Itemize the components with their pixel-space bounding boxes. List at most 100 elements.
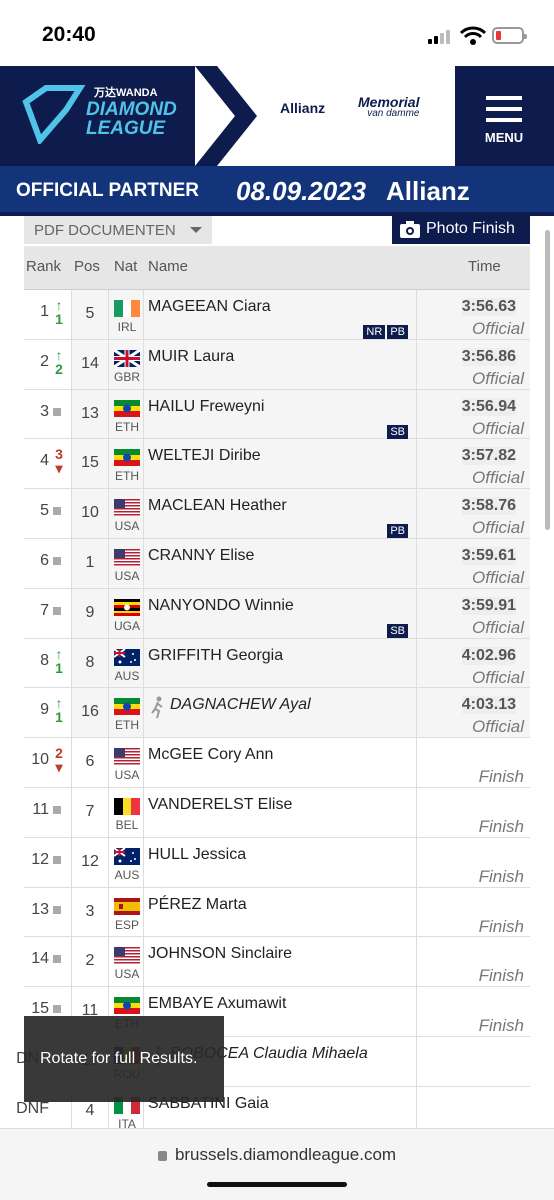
record-badge: PB xyxy=(387,325,408,339)
table-row[interactable]: 12 12 AUS HULL Jessica Finish xyxy=(24,837,530,888)
result-status: Official xyxy=(472,368,524,388)
rank-cell: 6 xyxy=(24,538,72,588)
result-time: 3:56.86 xyxy=(461,347,516,366)
country-code: AUS xyxy=(114,867,140,882)
country-code: GBR xyxy=(113,369,140,384)
move-up-icon: ↑ 1 xyxy=(55,695,63,726)
athlete-name[interactable]: CRANNY Elise xyxy=(148,547,254,565)
no-change-icon xyxy=(53,507,61,516)
col-time[interactable]: Time xyxy=(468,258,501,275)
memorial-logo: Memorial van damme xyxy=(358,94,420,119)
athlete-name[interactable]: HAILU Freweyni xyxy=(148,398,264,416)
nat-cell: AUS xyxy=(108,638,144,688)
pdf-documents-dropdown[interactable]: PDF DOCUMENTEN xyxy=(24,216,212,244)
time-cell: 3:56.94 Official xyxy=(416,389,530,439)
result-time: 3:56.94 xyxy=(461,397,516,416)
battery-icon xyxy=(492,27,527,44)
athlete-name[interactable]: GRIFFITH Georgia xyxy=(148,647,283,665)
flag-icon xyxy=(114,997,140,1015)
menu-button[interactable]: MENU xyxy=(470,88,538,148)
athlete-name[interactable]: McGEE Cory Ann xyxy=(148,746,273,764)
table-row[interactable]: 6 1 USA CRANNY Elise 3:59.61 Official xyxy=(24,538,530,589)
time-cell: Finish xyxy=(416,937,530,987)
table-row[interactable]: 14 2 USA JOHNSON Sinclaire Finish xyxy=(24,937,530,988)
rank-value: 11 xyxy=(32,800,49,818)
table-row[interactable]: 11 7 BEL VANDERELST Elise Finish xyxy=(24,787,530,838)
rank-value: 10 xyxy=(31,751,49,769)
rank-cell: 4 3 ▾ xyxy=(24,439,72,489)
athlete-name[interactable]: WELTEJI Diribe xyxy=(148,447,261,465)
time-cell: 3:56.86 Official xyxy=(416,339,530,389)
nat-cell: GBR xyxy=(108,339,144,389)
flag-icon xyxy=(114,399,140,417)
home-indicator[interactable] xyxy=(207,1182,347,1187)
athlete-name[interactable]: PÉREZ Marta xyxy=(148,896,247,914)
table-row[interactable]: 3 13 ETH HAILU Freweyni SB 3:56.94 Offic… xyxy=(24,389,530,440)
rank-cell: 1 ↑ 1 xyxy=(24,290,72,339)
badges: SB xyxy=(385,422,408,440)
table-row[interactable]: 4 3 ▾ 15 ETH WELTEJI Diribe 3:57.82 Offici… xyxy=(24,439,530,490)
lock-icon xyxy=(157,1151,167,1161)
table-row[interactable]: 5 10 USA MACLEAN Heather PB 3:58.76 Offi… xyxy=(24,489,530,539)
rank-value: 1 xyxy=(40,303,49,320)
athlete-name[interactable]: MACLEAN Heather xyxy=(148,497,287,515)
athlete-name[interactable]: DAGNACHEW Ayal xyxy=(170,696,311,714)
country-code: ESP xyxy=(114,917,139,932)
pos-value: 10 xyxy=(81,504,99,522)
table-row[interactable]: 13 3 ESP PÉREZ Marta Finish xyxy=(24,887,530,938)
athlete-name[interactable]: HULL Jessica xyxy=(148,846,246,864)
browser-url-bar[interactable]: brussels.diamondleague.com xyxy=(0,1128,554,1200)
col-rank[interactable]: Rank xyxy=(26,258,61,275)
table-row[interactable]: 2 ↑ 2 14 GBR MUIR Laura 3:56.86 Official xyxy=(24,339,530,390)
flag-icon xyxy=(114,698,140,716)
table-row[interactable]: 8 ↑ 1 8 AUS GRIFFITH Georgia 4:02.96 Offic… xyxy=(24,638,530,689)
result-time: 3:57.82 xyxy=(461,447,516,466)
rank-cell: 9 ↑ 1 xyxy=(24,688,72,738)
pos-value: 16 xyxy=(81,703,99,721)
rank-cell: 3 xyxy=(24,389,72,439)
rank-value: 9 xyxy=(40,701,49,719)
flag-icon xyxy=(114,598,140,616)
photo-finish-label: Photo Finish xyxy=(426,220,515,237)
diamond-logo-icon[interactable] xyxy=(18,84,88,144)
result-time: 3:56.63 xyxy=(461,298,516,316)
flag-icon xyxy=(114,300,140,317)
rank-cell: 13 xyxy=(24,887,72,937)
rank-value: 5 xyxy=(40,502,49,520)
athlete-name[interactable]: EMBAYE Axumawit xyxy=(148,995,286,1013)
athlete-name[interactable]: NANYONDO Winnie xyxy=(148,597,294,615)
result-time: 3:59.61 xyxy=(461,546,516,565)
nat-cell: AUS xyxy=(108,837,144,887)
table-header: Rank Pos Nat Name Time xyxy=(24,246,530,290)
athlete-name[interactable]: VANDERELST Elise xyxy=(148,796,292,814)
diamond-league-wordmark[interactable]: DIAMOND LEAGUE xyxy=(86,100,177,138)
rank-cell: 10 2 ▾ xyxy=(24,738,72,787)
col-nat[interactable]: Nat xyxy=(114,258,137,275)
result-time: 4:02.96 xyxy=(461,646,516,665)
result-status: Official xyxy=(472,717,524,737)
col-name[interactable]: Name xyxy=(148,258,188,275)
table-row[interactable]: 7 9 UGA NANYONDO Winnie SB 3:59.91 Offic… xyxy=(24,588,530,639)
athlete-name[interactable]: MAGEEAN Ciara xyxy=(148,298,271,316)
pos-value: 6 xyxy=(85,753,95,771)
table-row[interactable]: 10 2 ▾ 6 USA McGEE Cory Ann Finish xyxy=(24,738,530,788)
record-badge: PB xyxy=(387,524,408,539)
pos-value: 9 xyxy=(85,603,95,621)
scrollbar[interactable] xyxy=(545,230,550,530)
result-status: Official xyxy=(472,617,524,637)
status-bar: 20:40 xyxy=(0,0,554,66)
signal-icon xyxy=(428,30,454,44)
url-text: brussels.diamondleague.com xyxy=(174,1145,397,1164)
table-row[interactable]: 1 ↑ 1 5 IRL MAGEEAN Ciara NR PB 3:56.63 Off… xyxy=(24,290,530,340)
rank-value: 7 xyxy=(40,601,49,619)
result-status: Official xyxy=(472,667,524,687)
photo-finish-button[interactable]: Photo Finish xyxy=(392,214,530,244)
result-status: Official xyxy=(472,319,524,338)
athlete-name[interactable]: MUIR Laura xyxy=(148,348,234,366)
col-pos[interactable]: Pos xyxy=(74,258,100,275)
time-cell: 3:58.76 Official xyxy=(416,489,530,538)
table-row[interactable]: 9 ↑ 1 16 ETH DAGNACHEW Ayal 4:03.13 Offici… xyxy=(24,688,530,739)
flag-icon xyxy=(114,648,140,666)
rank-cell: 12 xyxy=(24,837,72,887)
athlete-name[interactable]: JOHNSON Sinclaire xyxy=(148,945,292,963)
